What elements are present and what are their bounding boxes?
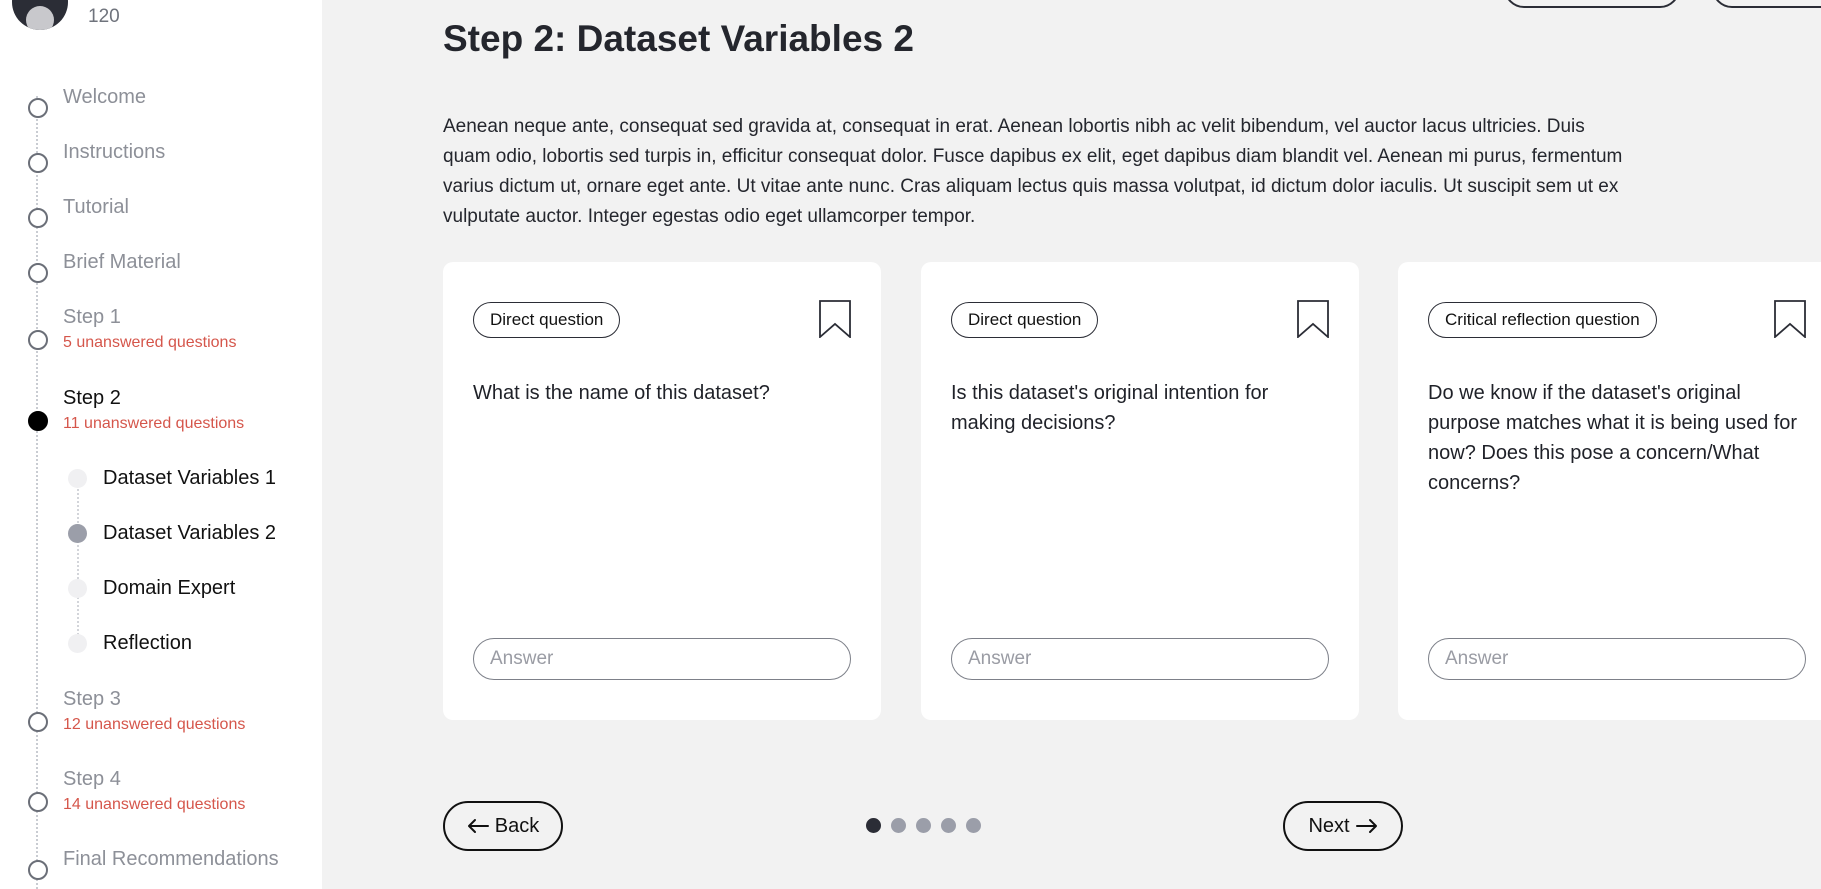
step-circle-active-icon [28, 411, 48, 431]
substep-dot-active-icon [68, 524, 87, 543]
pagination-dot[interactable] [891, 818, 906, 833]
unanswered-count: 11 unanswered questions [63, 415, 245, 432]
substep-dot-icon [68, 634, 87, 653]
pagination-dots [866, 818, 981, 833]
sidebar-step-label: Step 3 [63, 688, 121, 710]
pagination-dot[interactable] [966, 818, 981, 833]
question-text: Do we know if the dataset's original pur… [1428, 382, 1798, 494]
sidebar-step-label: Final Recommendations [63, 848, 279, 870]
sidebar-step-label: Step 2 [63, 387, 121, 409]
answer-input[interactable] [473, 638, 851, 680]
question-text: Is this dataset's original intention for… [951, 382, 1269, 434]
arrow-left-icon [467, 819, 489, 833]
sidebar-step-label: Step 4 [63, 768, 121, 790]
sidebar-substep-label: Reflection [103, 632, 192, 654]
question-text: What is the name of this dataset? [473, 382, 770, 404]
sidebar-step-label: Brief Material [63, 251, 181, 273]
pagination-dot-active[interactable] [866, 818, 881, 833]
unanswered-count: 12 unanswered questions [63, 716, 246, 733]
question-type-tag: Direct question [951, 302, 1099, 338]
sidebar-substep-label: Dataset Variables 2 [103, 522, 277, 544]
step-circle-icon [28, 263, 48, 283]
bookmark-icon[interactable] [1774, 300, 1806, 338]
sidebar-step-label: Tutorial [63, 196, 129, 218]
step-circle-icon [28, 712, 48, 732]
step-circle-icon [28, 860, 48, 880]
back-button-label: Back [494, 814, 540, 837]
step-circle-icon [28, 792, 48, 812]
intro-text: Aenean neque ante, consequat sed gravida… [443, 116, 1623, 227]
substep-dot-icon [68, 579, 87, 598]
sidebar-step-label: Step 1 [63, 306, 121, 328]
back-button[interactable]: Back [443, 801, 563, 851]
pagination-dot[interactable] [941, 818, 956, 833]
step-circle-icon [28, 208, 48, 228]
answer-input[interactable] [1428, 638, 1806, 680]
question-card: Critical reflection question Do we know … [1398, 262, 1821, 720]
sidebar-substep-label: Dataset Variables 1 [103, 467, 277, 489]
top-action-button[interactable] [1712, 0, 1821, 8]
top-action-button[interactable] [1504, 0, 1680, 8]
question-type-tag: Critical reflection question [1428, 302, 1657, 338]
sidebar-step-label: Welcome [63, 86, 146, 108]
substep-dot-icon [68, 469, 87, 488]
sub-timeline-line [77, 478, 79, 643]
answer-input[interactable] [951, 638, 1329, 680]
arrow-right-icon [1355, 819, 1377, 833]
bookmark-icon[interactable] [1297, 300, 1329, 338]
step-circle-icon [28, 330, 48, 350]
page-title: Step 2: Dataset Variables 2 [443, 18, 914, 59]
question-card: Direct question What is the name of this… [443, 262, 881, 720]
unanswered-count: 5 unanswered questions [63, 334, 237, 351]
next-button[interactable]: Next [1283, 801, 1403, 851]
pagination-dot[interactable] [916, 818, 931, 833]
user-score: 120 [88, 6, 120, 27]
avatar[interactable] [12, 0, 68, 30]
bookmark-icon[interactable] [819, 300, 851, 338]
question-type-tag: Direct question [473, 302, 621, 338]
next-button-label: Next [1308, 814, 1350, 837]
step-circle-icon [28, 153, 48, 173]
question-card: Direct question Is this dataset's origin… [921, 262, 1359, 720]
step-circle-icon [28, 98, 48, 118]
sidebar: 120 Welcome Instructions Tutorial Brief … [0, 0, 322, 889]
sidebar-substep-label: Domain Expert [103, 577, 236, 599]
unanswered-count: 14 unanswered questions [63, 796, 246, 813]
sidebar-step-label: Instructions [63, 141, 166, 163]
